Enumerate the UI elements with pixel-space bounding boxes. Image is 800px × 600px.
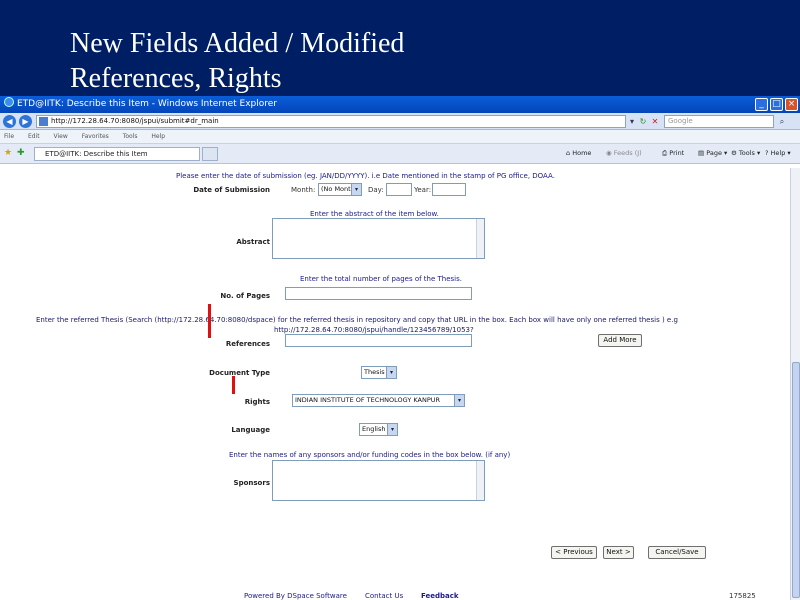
menu-view[interactable]: View: [54, 133, 68, 140]
help-label: Help: [770, 149, 786, 157]
feeds-label: Feeds (J): [613, 149, 642, 157]
tab-current[interactable]: ETD@IITK: Describe this Item: [34, 147, 200, 161]
search-icon[interactable]: ⌕: [777, 116, 787, 127]
sponsors-label: Sponsors: [233, 479, 270, 487]
menu-edit[interactable]: Edit: [28, 133, 40, 140]
no-of-pages-input[interactable]: [285, 287, 472, 300]
browser-window: ETD@IITK: Describe this Item - Windows I…: [0, 96, 800, 600]
references-label: References: [225, 340, 270, 348]
window-titlebar: ETD@IITK: Describe this Item - Windows I…: [0, 96, 800, 113]
year-input[interactable]: [432, 183, 466, 196]
scrollbar-thumb[interactable]: [792, 362, 800, 598]
chevron-down-icon: ▾: [351, 184, 361, 195]
highlight-mark-rights: [232, 376, 235, 394]
new-tab-button[interactable]: [202, 147, 218, 161]
forward-button[interactable]: ▶: [19, 115, 32, 128]
year-label: Year:: [414, 186, 432, 194]
maximize-button[interactable]: □: [770, 98, 783, 111]
print-label: Print: [669, 149, 685, 157]
pages-instruction: Enter the total number of pages of the T…: [300, 275, 462, 283]
url-dropdown-icon[interactable]: ▾: [627, 116, 637, 127]
abstract-label: Abstract: [236, 238, 270, 246]
month-label: Month:: [291, 186, 316, 194]
page-scrollbar[interactable]: [790, 168, 800, 600]
slide-title-line2: References, Rights: [70, 63, 282, 94]
home-label: Home: [572, 149, 592, 157]
references-instruction: Enter the referred Thesis (Search (http:…: [36, 316, 678, 324]
language-value: English: [362, 425, 386, 433]
address-bar: ◀ ▶ http://172.28.64.70:8080/jspui/submi…: [0, 113, 800, 130]
month-select[interactable]: (No Month) ▾: [318, 183, 362, 196]
highlight-mark-references: [208, 304, 211, 338]
date-of-submission-label: Date of Submission: [193, 186, 270, 194]
minimize-button[interactable]: _: [755, 98, 768, 111]
page-icon: [39, 117, 48, 126]
rights-select[interactable]: INDIAN INSTITUTE OF TECHNOLOGY KANPUR ▾: [292, 394, 465, 407]
tools-label: Tools: [738, 149, 755, 157]
menu-tools[interactable]: Tools: [123, 133, 138, 140]
tab-title: ETD@IITK: Describe this Item: [45, 150, 148, 158]
submission-instruction: Please enter the date of submission (eg.…: [176, 172, 555, 180]
cancel-save-button[interactable]: Cancel/Save: [648, 546, 706, 559]
search-placeholder: Google: [668, 117, 693, 125]
contact-us-link[interactable]: Contact Us: [365, 591, 403, 600]
menu-favorites[interactable]: Favorites: [82, 133, 109, 140]
feeds-button[interactable]: ◉ Feeds (J): [606, 148, 642, 159]
favorites-star-icon[interactable]: ★: [4, 148, 12, 159]
url-input[interactable]: http://172.28.64.70:8080/jspui/submit#dr…: [36, 115, 626, 128]
menu-help[interactable]: Help: [151, 133, 165, 140]
sponsors-instruction: Enter the names of any sponsors and/or f…: [229, 451, 511, 459]
no-of-pages-label: No. of Pages: [220, 292, 270, 300]
window-title: ETD@IITK: Describe this Item - Windows I…: [17, 99, 277, 109]
slide-title-line1: New Fields Added / Modified: [70, 28, 405, 59]
visitor-counter: 175825: [729, 592, 756, 600]
chevron-down-icon: ▾: [386, 367, 396, 378]
document-type-select[interactable]: Thesis ▾: [361, 366, 397, 379]
menu-bar: File Edit View Favorites Tools Help: [0, 130, 800, 144]
abstract-textarea[interactable]: [272, 218, 485, 259]
add-more-button[interactable]: Add More: [598, 334, 642, 347]
day-input[interactable]: [386, 183, 412, 196]
feedback-link[interactable]: Feedback: [421, 591, 459, 600]
day-label: Day:: [368, 186, 384, 194]
rights-label: Rights: [244, 398, 270, 406]
references-input[interactable]: [285, 334, 472, 347]
slide-title: New Fields Added / Modified References, …: [70, 26, 404, 96]
page-menu-button[interactable]: ▤ Page ▾: [698, 148, 727, 159]
chevron-down-icon: ▾: [387, 424, 397, 435]
document-type-value: Thesis: [364, 368, 385, 376]
page-label: Page: [706, 149, 722, 157]
next-button[interactable]: Next >: [603, 546, 634, 559]
print-button[interactable]: ⎙ Print: [662, 148, 684, 159]
url-text: http://172.28.64.70:8080/jspui/submit#dr…: [51, 117, 219, 125]
document-type-label: Document Type: [209, 369, 270, 377]
previous-button[interactable]: < Previous: [551, 546, 597, 559]
back-button[interactable]: ◀: [3, 115, 16, 128]
sponsors-scrollbar[interactable]: [476, 461, 484, 500]
add-favorite-icon[interactable]: ✚: [17, 148, 25, 159]
powered-by-link[interactable]: Powered By DSpace Software: [244, 591, 347, 600]
chevron-down-icon: ▾: [454, 395, 464, 406]
page-content: Please enter the date of submission (eg.…: [0, 168, 790, 600]
refresh-icon[interactable]: ↻: [638, 116, 648, 127]
sponsors-textarea[interactable]: [272, 460, 485, 501]
menu-file[interactable]: File: [4, 133, 14, 140]
close-window-button[interactable]: ×: [785, 98, 798, 111]
language-label: Language: [231, 426, 270, 434]
tab-bar: ★ ✚ ETD@IITK: Describe this Item ⌂ Home …: [0, 144, 800, 164]
stop-icon[interactable]: ✕: [650, 116, 660, 127]
rights-value: INDIAN INSTITUTE OF TECHNOLOGY KANPUR: [295, 396, 441, 404]
language-select[interactable]: English ▾: [359, 423, 398, 436]
home-button[interactable]: ⌂ Home: [566, 148, 591, 159]
ie-logo-icon: [4, 97, 14, 107]
help-menu-button[interactable]: ? Help ▾: [765, 148, 791, 159]
tools-menu-button[interactable]: ⚙ Tools ▾: [731, 148, 760, 159]
search-input[interactable]: Google: [664, 115, 774, 128]
abstract-scrollbar[interactable]: [476, 219, 484, 258]
